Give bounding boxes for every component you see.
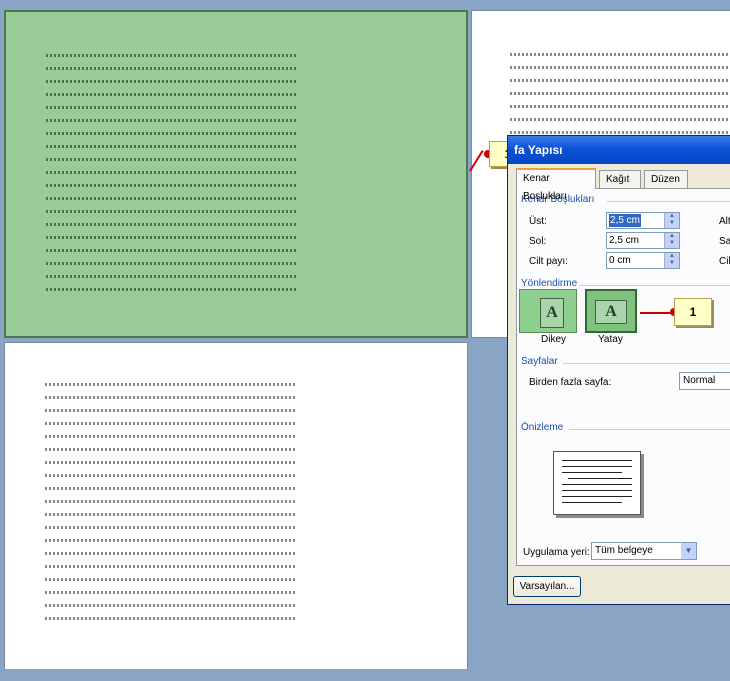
text-line bbox=[45, 578, 295, 581]
text-lines bbox=[510, 53, 730, 144]
text-line bbox=[45, 565, 295, 568]
text-line bbox=[46, 223, 296, 226]
apply-to-select[interactable]: Tüm belgeye ▼ bbox=[591, 542, 697, 560]
spin-down-icon: ▼ bbox=[669, 260, 675, 266]
multiple-pages-label: Birden fazla sayfa: bbox=[529, 377, 612, 388]
text-line bbox=[45, 604, 295, 607]
preview-line bbox=[562, 484, 632, 485]
page-setup-dialog: fa Yapısı Kenar Boşlukları Kağıt Düzen K… bbox=[507, 135, 730, 605]
landscape-button[interactable]: A bbox=[585, 289, 637, 333]
callout-orientation: 1 bbox=[674, 298, 712, 326]
text-line bbox=[510, 118, 730, 121]
left-margin-value[interactable]: 2,5 cm bbox=[609, 234, 639, 247]
text-line bbox=[46, 119, 296, 122]
text-line bbox=[510, 53, 730, 56]
callout-arrow-line bbox=[640, 312, 674, 314]
portrait-page-icon: A bbox=[540, 298, 564, 328]
spin-up-icon: ▲ bbox=[669, 233, 675, 239]
watermark: bilgitalders.com bbox=[250, 488, 435, 513]
pages-group-title: Sayfalar bbox=[521, 356, 558, 367]
text-line bbox=[510, 79, 730, 82]
text-line bbox=[45, 461, 295, 464]
preview-line bbox=[562, 496, 632, 497]
top-margin-value[interactable]: 2,5 cm bbox=[609, 214, 642, 227]
apply-to-value: Tüm belgeye bbox=[595, 545, 653, 556]
left-margin-spinner[interactable]: 2,5 cm ▲ ▼ bbox=[606, 232, 680, 249]
document-page-landscape-selected[interactable] bbox=[4, 10, 468, 338]
text-line bbox=[510, 66, 730, 69]
text-line bbox=[46, 236, 296, 239]
preview-line bbox=[562, 466, 632, 467]
text-line bbox=[510, 105, 730, 108]
tab-layout[interactable]: Düzen bbox=[644, 170, 688, 188]
portrait-button[interactable]: A bbox=[519, 289, 577, 333]
text-line bbox=[45, 591, 295, 594]
text-line bbox=[46, 210, 296, 213]
text-line bbox=[45, 409, 295, 412]
multiple-pages-select[interactable]: Normal bbox=[679, 372, 730, 390]
top-margin-spinner[interactable]: 2,5 cm ▲ ▼ bbox=[606, 212, 680, 229]
gutter-spinner[interactable]: 0 cm ▲ ▼ bbox=[606, 252, 680, 269]
text-line bbox=[46, 67, 296, 70]
tab-margins[interactable]: Kenar Boşlukları bbox=[516, 168, 596, 202]
text-line bbox=[46, 80, 296, 83]
text-lines bbox=[46, 54, 296, 301]
text-line bbox=[45, 474, 295, 477]
text-line bbox=[46, 262, 296, 265]
text-line bbox=[46, 145, 296, 148]
text-line bbox=[45, 526, 295, 529]
taskbar-strip bbox=[0, 669, 730, 681]
landscape-label: Yatay bbox=[598, 334, 623, 345]
text-line bbox=[46, 288, 296, 291]
layout-preview bbox=[553, 451, 641, 515]
tab-panel-margins: Kenar Boşlukları Üst: 2,5 cm ▲▼ Alt Sol:… bbox=[516, 188, 730, 566]
spin-down-icon: ▼ bbox=[669, 240, 675, 246]
preview-line bbox=[562, 460, 632, 461]
text-line bbox=[45, 435, 295, 438]
preview-line bbox=[562, 472, 622, 473]
text-line bbox=[45, 396, 295, 399]
spin-up-icon: ▲ bbox=[669, 253, 675, 259]
top-margin-label: Üst: bbox=[529, 216, 547, 227]
gutter-label: Cilt payı: bbox=[529, 256, 568, 267]
orientation-group-title: Yönlendirme bbox=[521, 278, 578, 289]
text-line bbox=[510, 131, 730, 134]
chevron-down-icon[interactable]: ▼ bbox=[681, 543, 696, 559]
left-margin-label: Sol: bbox=[529, 236, 547, 247]
text-line bbox=[46, 275, 296, 278]
preview-group-title: Önizleme bbox=[521, 422, 564, 433]
text-line bbox=[46, 106, 296, 109]
gutter-position-label: Cilt bbox=[719, 256, 730, 267]
multiple-pages-value: Normal bbox=[683, 375, 716, 386]
preview-line bbox=[568, 478, 632, 479]
text-line bbox=[46, 197, 296, 200]
spin-up-icon: ▲ bbox=[669, 213, 675, 219]
text-line bbox=[46, 158, 296, 161]
text-line bbox=[45, 422, 295, 425]
text-line bbox=[46, 93, 296, 96]
text-line bbox=[45, 383, 295, 386]
text-line bbox=[46, 54, 296, 57]
spin-down-icon: ▼ bbox=[669, 220, 675, 226]
text-line bbox=[46, 171, 296, 174]
text-line bbox=[46, 184, 296, 187]
default-button[interactable]: Varsayılan... bbox=[513, 576, 581, 597]
text-line bbox=[45, 448, 295, 451]
preview-line bbox=[562, 502, 622, 503]
dialog-title: fa Yapısı bbox=[508, 136, 730, 164]
bottom-margin-label: Alt bbox=[719, 216, 730, 227]
text-line bbox=[45, 552, 295, 555]
preview-line bbox=[562, 490, 632, 491]
landscape-page-icon: A bbox=[595, 300, 627, 324]
gutter-value[interactable]: 0 cm bbox=[609, 254, 631, 267]
portrait-label: Dikey bbox=[541, 334, 567, 345]
text-line bbox=[45, 539, 295, 542]
text-line bbox=[46, 249, 296, 252]
apply-to-label: Uygulama yeri: bbox=[523, 547, 590, 558]
text-line bbox=[510, 92, 730, 95]
text-line bbox=[45, 617, 295, 620]
right-margin-label: Sa bbox=[719, 236, 730, 247]
text-line bbox=[46, 132, 296, 135]
tab-paper[interactable]: Kağıt bbox=[599, 170, 641, 188]
